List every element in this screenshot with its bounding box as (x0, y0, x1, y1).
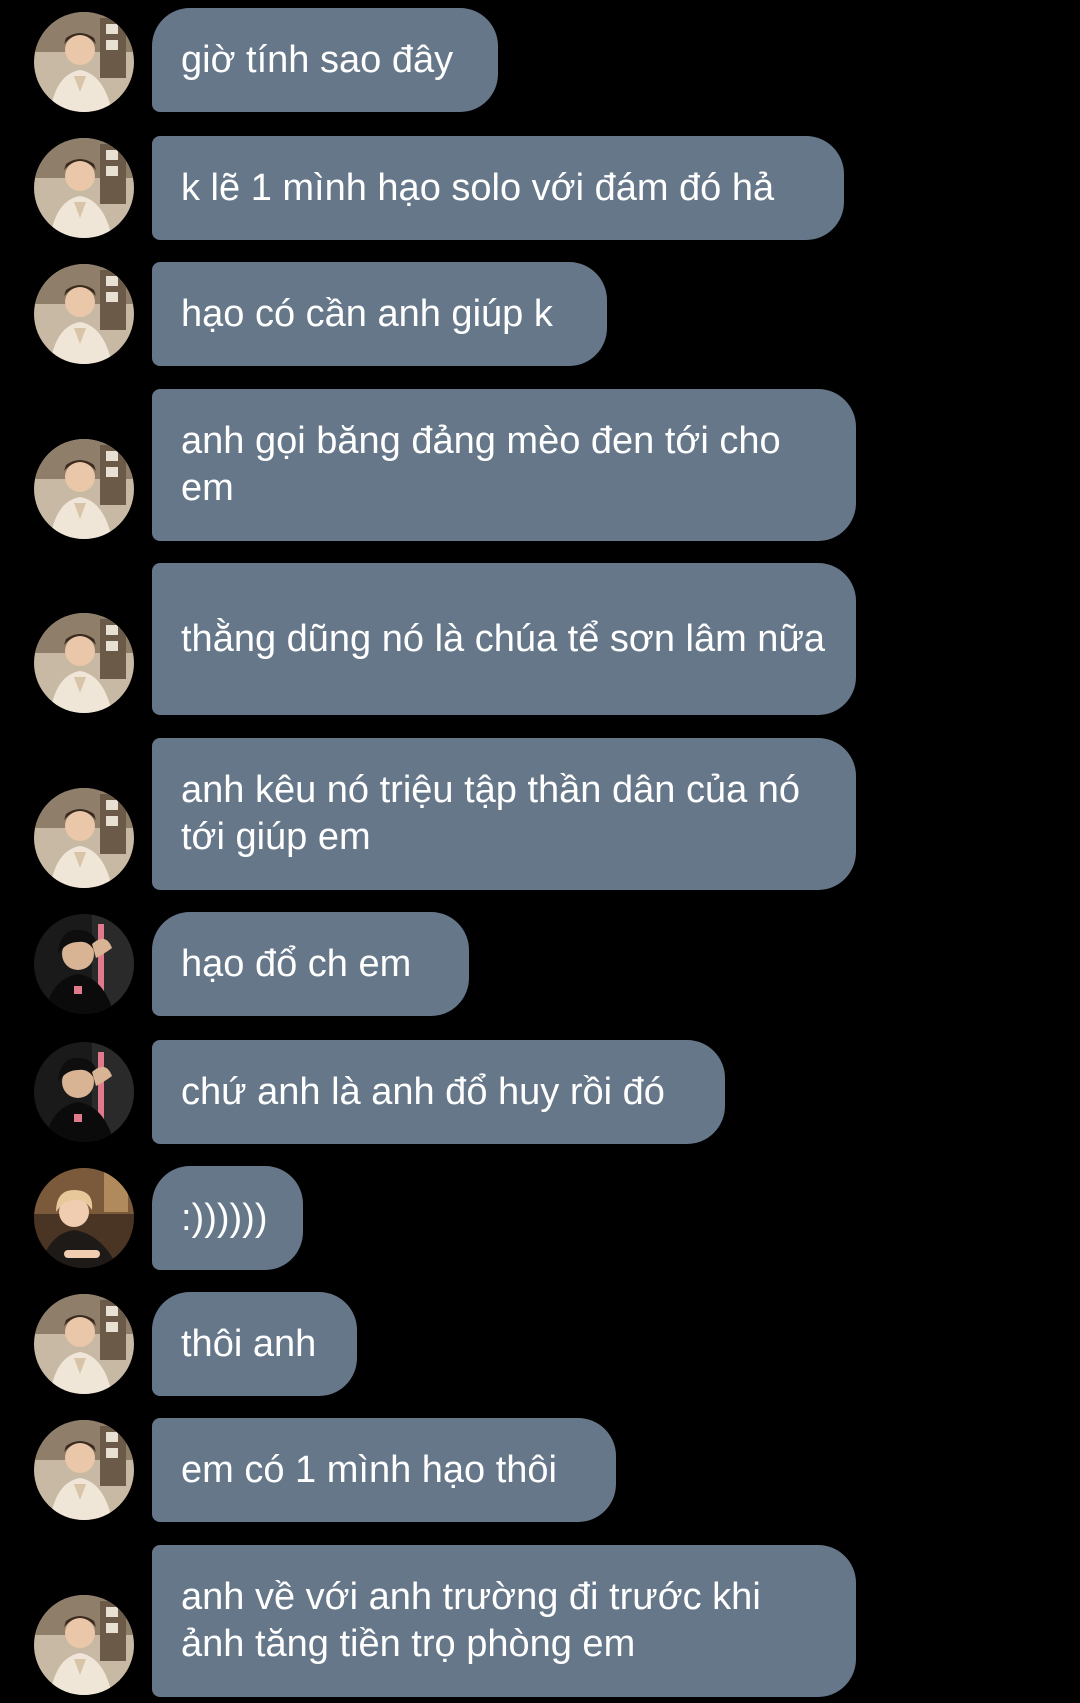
message-row: giờ tính sao đây (0, 8, 1080, 112)
message-bubble[interactable]: em có 1 mình hạo thôi (152, 1418, 616, 1522)
message-row: thôi anh (0, 1292, 1080, 1396)
message-bubble[interactable]: anh kêu nó triệu tập thần dân của nó tới… (152, 738, 856, 890)
message-row: anh kêu nó triệu tập thần dân của nó tới… (0, 738, 1080, 890)
message-text: chứ anh là anh đổ huy rồi đó (181, 1070, 665, 1113)
message-bubble[interactable]: giờ tính sao đây (152, 8, 498, 112)
sender-avatar[interactable] (34, 138, 134, 238)
avatar-a-image (34, 439, 134, 539)
sender-avatar[interactable] (34, 613, 134, 713)
message-text: anh gọi băng đảng mèo đen tới cho em (181, 420, 781, 509)
sender-avatar[interactable] (34, 264, 134, 364)
sender-avatar[interactable] (34, 1595, 134, 1695)
avatar-b-image (34, 914, 134, 1014)
message-bubble[interactable]: chứ anh là anh đổ huy rồi đó (152, 1040, 725, 1144)
avatar-a-image (34, 138, 134, 238)
sender-avatar[interactable] (34, 1420, 134, 1520)
avatar-c-image (34, 1168, 134, 1268)
sender-avatar[interactable] (34, 914, 134, 1014)
message-row: em có 1 mình hạo thôi (0, 1418, 1080, 1522)
sender-avatar[interactable] (34, 788, 134, 888)
message-text: thôi anh (181, 1322, 317, 1365)
message-row: :)))))) (0, 1166, 1080, 1270)
message-text: em có 1 mình hạo thôi (181, 1448, 557, 1491)
message-bubble[interactable]: :)))))) (152, 1166, 303, 1270)
message-text: thằng dũng nó là chúa tể sơn lâm nữa (181, 617, 826, 660)
message-text: anh kêu nó triệu tập thần dân của nó tới… (181, 769, 801, 858)
message-text: anh về với anh trường đi trước khi ảnh t… (181, 1576, 761, 1665)
sender-avatar[interactable] (34, 1042, 134, 1142)
message-bubble[interactable]: anh về với anh trường đi trước khi ảnh t… (152, 1545, 856, 1697)
message-text: :)))))) (181, 1196, 268, 1239)
message-text: giờ tính sao đây (181, 38, 454, 81)
message-bubble[interactable]: hạo có cần anh giúp k (152, 262, 607, 366)
message-row: hạo đổ ch em (0, 912, 1080, 1016)
sender-avatar[interactable] (34, 439, 134, 539)
avatar-b-image (34, 1042, 134, 1142)
message-bubble[interactable]: k lẽ 1 mình hạo solo với đám đó hả (152, 136, 844, 240)
avatar-a-image (34, 788, 134, 888)
sender-avatar[interactable] (34, 12, 134, 112)
sender-avatar[interactable] (34, 1168, 134, 1268)
message-bubble[interactable]: anh gọi băng đảng mèo đen tới cho em (152, 389, 856, 541)
message-row: thằng dũng nó là chúa tể sơn lâm nữa (0, 563, 1080, 715)
message-row: k lẽ 1 mình hạo solo với đám đó hả (0, 136, 1080, 240)
avatar-a-image (34, 264, 134, 364)
avatar-a-image (34, 1595, 134, 1695)
message-bubble[interactable]: hạo đổ ch em (152, 912, 469, 1016)
message-bubble[interactable]: thôi anh (152, 1292, 357, 1396)
chat-thread: giờ tính sao đây k lẽ 1 mình hạo solo vớ… (0, 0, 1080, 1703)
message-text: k lẽ 1 mình hạo solo với đám đó hả (181, 166, 775, 209)
message-text: hạo đổ ch em (181, 942, 412, 985)
avatar-a-image (34, 12, 134, 112)
message-row: anh về với anh trường đi trước khi ảnh t… (0, 1545, 1080, 1697)
message-row: hạo có cần anh giúp k (0, 262, 1080, 366)
message-text: hạo có cần anh giúp k (181, 292, 553, 335)
avatar-a-image (34, 1294, 134, 1394)
sender-avatar[interactable] (34, 1294, 134, 1394)
message-bubble[interactable]: thằng dũng nó là chúa tể sơn lâm nữa (152, 563, 856, 715)
message-row: anh gọi băng đảng mèo đen tới cho em (0, 389, 1080, 541)
message-row: chứ anh là anh đổ huy rồi đó (0, 1040, 1080, 1144)
avatar-a-image (34, 613, 134, 713)
avatar-a-image (34, 1420, 134, 1520)
